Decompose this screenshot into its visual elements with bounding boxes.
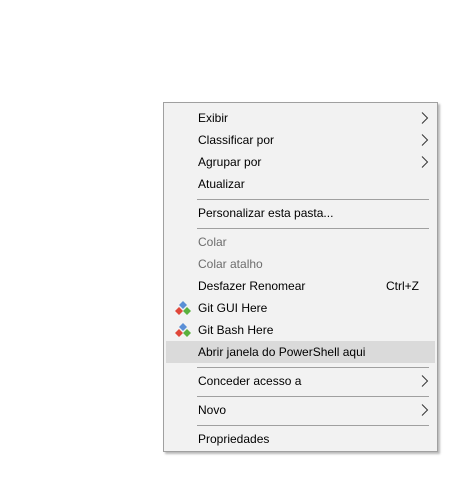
menu-item-conceder-acesso[interactable]: Conceder acesso a — [166, 370, 435, 392]
menu-item-agrupar-por[interactable]: Agrupar por — [166, 151, 435, 173]
menu-item-exibir[interactable]: Exibir — [166, 107, 435, 129]
chevron-right-icon — [421, 156, 429, 168]
menu-item-abrir-powershell[interactable]: Abrir janela do PowerShell aqui — [166, 341, 435, 363]
menu-separator — [197, 396, 429, 397]
menu-item-personalizar-pasta[interactable]: Personalizar esta pasta... — [166, 202, 435, 224]
git-icon — [175, 323, 191, 337]
menu-item-novo[interactable]: Novo — [166, 399, 435, 421]
menu-item-label: Novo — [198, 403, 227, 417]
menu-item-label: Agrupar por — [198, 155, 262, 169]
menu-item-propriedades[interactable]: Propriedades — [166, 428, 435, 450]
chevron-right-icon — [421, 404, 429, 416]
menu-item-label: Desfazer Renomear — [198, 279, 306, 293]
menu-item-label: Propriedades — [198, 432, 270, 446]
menu-item-colar-atalho[interactable]: Colar atalho — [166, 253, 435, 275]
menu-item-label: Git Bash Here — [198, 323, 274, 337]
menu-item-shortcut: Ctrl+Z — [386, 279, 419, 293]
menu-item-desfazer-renomear[interactable]: Desfazer Renomear Ctrl+Z — [166, 275, 435, 297]
menu-item-git-gui[interactable]: Git GUI Here — [166, 297, 435, 319]
menu-item-label: Conceder acesso a — [198, 374, 302, 388]
menu-item-colar[interactable]: Colar — [166, 231, 435, 253]
menu-item-label: Colar atalho — [198, 257, 263, 271]
menu-item-label: Git GUI Here — [198, 301, 268, 315]
menu-item-label: Personalizar esta pasta... — [198, 206, 334, 220]
chevron-right-icon — [421, 375, 429, 387]
menu-item-label: Abrir janela do PowerShell aqui — [198, 345, 366, 359]
menu-item-classificar-por[interactable]: Classificar por — [166, 129, 435, 151]
git-icon — [175, 301, 191, 315]
context-menu: Exibir Classificar por Agrupar por Atual… — [163, 102, 438, 452]
menu-item-label: Atualizar — [198, 177, 245, 191]
menu-item-git-bash[interactable]: Git Bash Here — [166, 319, 435, 341]
menu-separator — [197, 228, 429, 229]
menu-separator — [197, 425, 429, 426]
menu-item-label: Classificar por — [198, 133, 275, 147]
menu-item-label: Colar — [198, 235, 227, 249]
menu-separator — [197, 199, 429, 200]
menu-separator — [197, 367, 429, 368]
menu-item-atualizar[interactable]: Atualizar — [166, 173, 435, 195]
chevron-right-icon — [421, 112, 429, 124]
chevron-right-icon — [421, 134, 429, 146]
menu-item-label: Exibir — [198, 111, 229, 125]
